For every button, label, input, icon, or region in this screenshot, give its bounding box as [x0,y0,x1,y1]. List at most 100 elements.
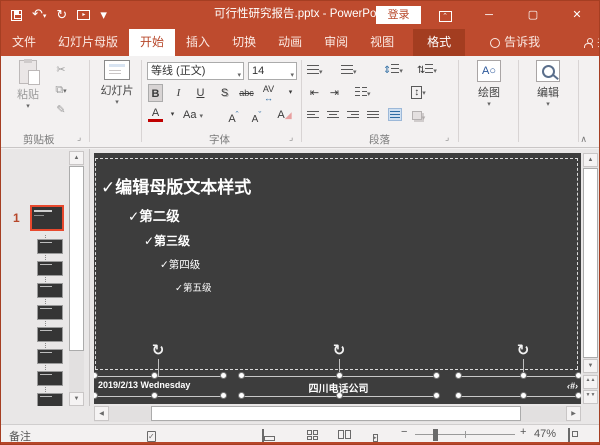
zoom-slider-thumb[interactable] [433,429,438,441]
shrink-font-button[interactable]: Aˇ [249,106,264,124]
fit-slide-to-window-button[interactable] [568,429,570,441]
cut-button[interactable]: ✂ [51,62,71,78]
master-text-level4[interactable]: ✓第四级 [160,257,200,272]
display-settings-button[interactable] [262,430,264,442]
scroll-right-icon[interactable]: ▶ [566,406,581,421]
bold-button[interactable]: B [148,84,163,102]
character-spacing-button[interactable]: AV↔ [261,84,276,102]
selection-handle[interactable] [520,392,527,399]
slide-vertical-scrollbar[interactable]: ▲ ▼ ▲▲ ▼▼ [583,153,598,404]
decrease-indent-button[interactable]: ⇤ [307,84,322,102]
paste-dropdown-icon[interactable]: ▾ [9,102,47,110]
columns-button[interactable]: ▾ [355,84,371,102]
tab-review[interactable]: 审阅 [313,29,359,56]
copy-dropdown-icon[interactable]: ▾ [63,88,67,95]
drawing-dropdown-icon[interactable]: ▾ [463,100,515,108]
layout-thumbnail[interactable] [37,327,63,342]
spell-check-button[interactable]: ✓ [147,430,156,442]
vertical-scrollbar-thumb[interactable] [583,168,598,358]
tab-view[interactable]: 视图 [359,29,405,56]
tab-tell-me[interactable]: 告诉我 [479,29,551,56]
layout-thumbnail[interactable] [37,393,63,406]
underline-button[interactable]: U [193,84,208,102]
editing-dropdown-icon[interactable]: ▾ [522,100,574,108]
scroll-down-icon[interactable]: ▼ [583,359,598,373]
selection-handle[interactable] [94,372,98,379]
placeholder-border-top[interactable] [95,158,578,159]
slide-sorter-view-button[interactable] [307,430,318,440]
tab-file[interactable]: 文件 [1,29,47,56]
layout-thumbnail[interactable] [37,283,63,298]
text-direction-button[interactable]: ⇅▾ [417,62,437,80]
scroll-left-icon[interactable]: ◀ [94,406,109,421]
smartart-convert-button[interactable]: ▾ [411,108,426,126]
collapse-ribbon-button[interactable]: ∧ [580,134,587,145]
rotate-handle-number[interactable]: ↻ [513,341,533,359]
placeholder-border-right[interactable] [577,158,578,369]
bullets-button[interactable]: ▾ [307,62,323,80]
layout-thumbnail[interactable] [37,261,63,276]
previous-slide-button[interactable]: ▲▲ [583,375,598,389]
slideshow-view-button[interactable]: ▸ [373,430,378,442]
selection-handle[interactable] [220,392,227,399]
panel-scroll-down-icon[interactable]: ▼ [69,392,84,406]
clear-formatting-button[interactable]: A◢ [277,106,292,124]
master-text-level5[interactable]: ✓第五级 [175,280,211,294]
horizontal-scrollbar-thumb[interactable] [151,406,521,421]
master-text-level3[interactable]: ✓第三级 [144,232,190,249]
align-text-button[interactable]: ↕▾ [411,84,426,102]
slide-horizontal-scrollbar[interactable]: ◀ ▶ [94,406,581,422]
font-color-button[interactable]: A [148,106,163,122]
increase-indent-button[interactable]: ⇥ [327,84,342,102]
master-text-level2[interactable]: ✓第二级 [128,205,180,225]
justify-button[interactable] [365,108,380,126]
selection-handle[interactable] [455,372,462,379]
distribute-button[interactable] [387,108,402,126]
tab-animations[interactable]: 动画 [267,29,313,56]
selection-handle[interactable] [151,372,158,379]
new-slide-button[interactable]: 幻灯片 ▾ [95,60,139,106]
layout-thumbnail[interactable] [37,371,63,386]
tab-insert[interactable]: 插入 [175,29,221,56]
share-button[interactable]: 共享 [573,29,600,56]
selection-handle[interactable] [94,392,98,399]
selection-handle[interactable] [220,372,227,379]
scroll-up-icon[interactable]: ▲ [583,153,598,167]
sign-in-button[interactable]: 登录 [376,6,421,24]
rotate-handle-date[interactable]: ↻ [148,341,168,359]
next-slide-button[interactable]: ▼▼ [583,390,598,404]
selection-handle[interactable] [575,392,581,399]
italic-button[interactable]: I [171,84,186,102]
selection-handle[interactable] [336,372,343,379]
slide-canvas[interactable]: ✓编辑母版文本样式 ✓第二级 ✓第三级 ✓第四级 ✓第五级 ↻ ↻ ↻ 2019… [94,153,581,404]
align-right-button[interactable] [345,108,360,126]
zoom-level[interactable]: 47% [534,428,556,440]
panel-scrollbar-thumb[interactable] [69,166,84,351]
reading-view-button[interactable] [338,430,351,439]
master-slide-thumbnail[interactable] [30,205,64,231]
grow-font-button[interactable]: Aˆ [226,106,241,124]
rotate-handle-footer[interactable]: ↻ [329,341,349,359]
footer-placeholder[interactable]: 四川电话公司 [241,380,436,395]
tab-home[interactable]: 开始 [129,29,175,56]
tab-transitions[interactable]: 切换 [221,29,267,56]
clipboard-dialog-launcher[interactable]: ⌟ [77,132,81,143]
date-placeholder[interactable]: 2019/2/13 Wednesday [98,380,190,390]
zoom-in-button[interactable]: + [520,426,526,438]
line-spacing-button[interactable]: ⇕▾ [383,62,403,80]
selection-handle[interactable] [455,392,462,399]
font-color-dropdown-icon[interactable]: ▾ [165,106,180,124]
numbering-button[interactable]: ▾ [341,62,357,80]
copy-button[interactable]: ⧉▾ [51,82,71,98]
placeholder-border-left[interactable] [95,158,96,369]
paragraph-dialog-launcher[interactable]: ⌟ [445,132,449,143]
new-slide-dropdown-icon[interactable]: ▾ [95,98,139,106]
paste-button[interactable]: 粘贴 ▾ [9,60,47,110]
close-button[interactable]: ✕ [555,1,599,29]
selection-handle[interactable] [151,392,158,399]
selection-handle[interactable] [238,372,245,379]
layout-thumbnail[interactable] [37,239,63,254]
layout-thumbnail[interactable] [37,349,63,364]
tab-format[interactable]: 格式 [413,29,465,56]
slide-number-placeholder[interactable]: ‹#› [458,381,578,391]
